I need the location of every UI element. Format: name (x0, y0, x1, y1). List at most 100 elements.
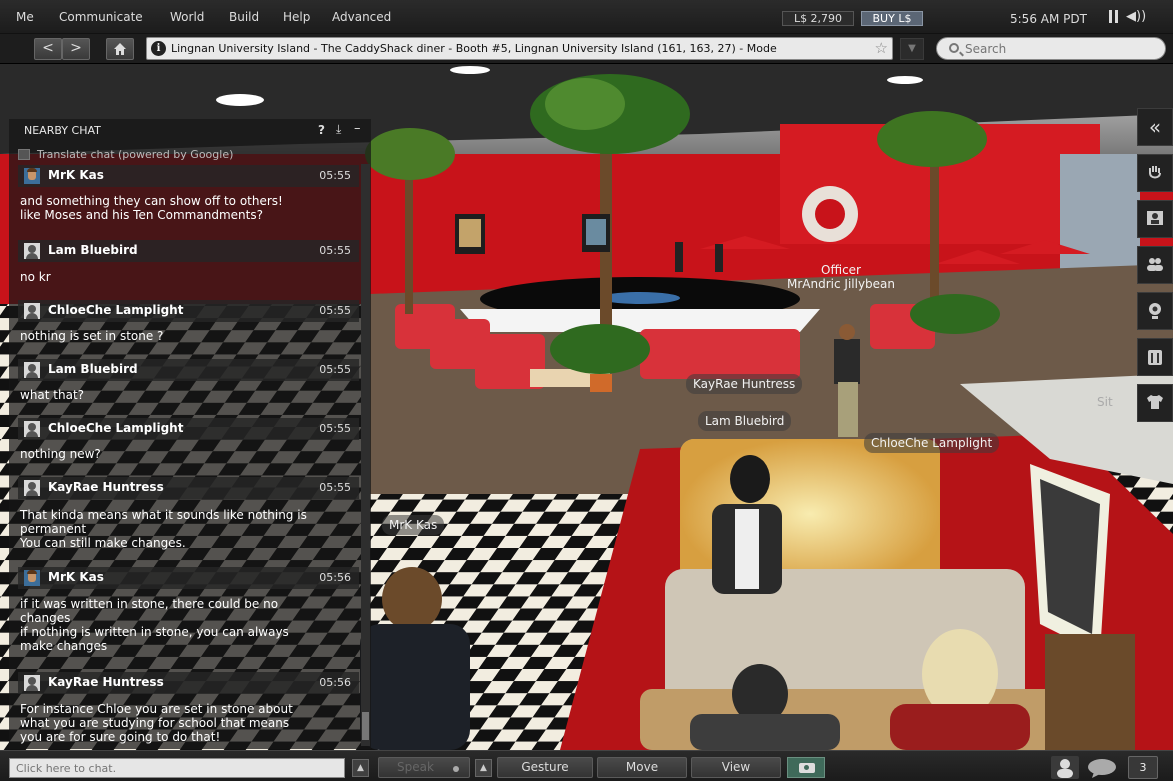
chevron-up-icon: ▲ (357, 763, 364, 773)
search-icon (949, 43, 959, 53)
chevron-up-icon: ▲ (480, 763, 487, 773)
chat-scrollbar[interactable] (361, 164, 370, 746)
clock: 5:56 AM PDT (1010, 12, 1087, 26)
sender-name[interactable]: ChloeChe Lamplight (48, 421, 183, 435)
back-arrow-icon: < (42, 40, 54, 56)
search-input[interactable] (965, 42, 1155, 56)
message-time: 05:55 (319, 422, 351, 435)
chat-message-text: nothing is set in stone ? (20, 329, 164, 343)
chat-message-header[interactable]: Lam Bluebird 05:55 (18, 240, 359, 262)
gesture-button[interactable]: Gesture (497, 757, 593, 778)
help-icon[interactable]: ? (318, 123, 325, 137)
map-pin-icon (1149, 303, 1161, 319)
voice-options-button[interactable]: ▲ (475, 759, 492, 777)
chat-message-header[interactable]: ChloeChe Lamplight 05:55 (18, 300, 359, 322)
shirt-icon (1147, 395, 1163, 409)
view-button[interactable]: View (691, 757, 781, 778)
location-bar[interactable]: i Lingnan University Island - The CaddyS… (146, 37, 893, 60)
sit-hover-text[interactable]: Sit (1090, 392, 1120, 412)
message-time: 05:55 (319, 363, 351, 376)
menu-advanced[interactable]: Advanced (332, 10, 391, 24)
menu-me[interactable]: Me (16, 10, 34, 24)
avatar[interactable] (24, 168, 40, 184)
chat-message-header[interactable]: ChloeChe Lamplight 05:55 (18, 418, 359, 440)
sender-name[interactable]: ChloeChe Lamplight (48, 303, 183, 317)
chat-message-text: nothing new? (20, 447, 101, 461)
move-button[interactable]: Move (597, 757, 687, 778)
bottom-tray: ▲ Speak ▲ Gesture Move View 3 (0, 750, 1173, 781)
sidebar-collapse-button[interactable]: « (1137, 108, 1173, 146)
avatar[interactable] (24, 243, 40, 259)
sender-name[interactable]: Lam Bluebird (48, 243, 138, 257)
info-icon[interactable]: i (151, 41, 166, 56)
nametag-officer[interactable]: Officer MrAndric Jillybean (780, 260, 902, 294)
notifications-button[interactable]: 3 (1128, 756, 1158, 779)
avatar[interactable] (24, 480, 40, 496)
sender-name[interactable]: MrK Kas (48, 168, 104, 182)
chat-message-text: and something they can show off to other… (20, 194, 283, 222)
favorite-star-icon[interactable]: ☆ (875, 39, 888, 57)
double-chevron-left-icon: « (1148, 115, 1162, 139)
home-button[interactable] (106, 38, 134, 60)
avatar[interactable] (24, 675, 40, 691)
menu-communicate[interactable]: Communicate (59, 10, 143, 24)
snapshot-camera-icon[interactable] (787, 757, 825, 778)
sidebar-tab-appearance[interactable] (1137, 384, 1173, 422)
menu-build[interactable]: Build (229, 10, 259, 24)
forward-button[interactable]: > (62, 38, 90, 60)
sidebar-tab-people[interactable] (1137, 246, 1173, 284)
nametag-kayrae-huntress[interactable]: KayRae Huntress (686, 374, 803, 394)
sidebar-tab-me[interactable] (1137, 200, 1173, 238)
message-time: 05:55 (319, 304, 351, 317)
minimize-icon[interactable]: – (354, 121, 361, 136)
chat-message-text: no kr (20, 270, 51, 284)
people-button[interactable] (1050, 756, 1080, 779)
voice-indicator-icon (453, 766, 459, 772)
sender-name[interactable]: KayRae Huntress (48, 480, 164, 494)
avatar[interactable] (24, 570, 40, 586)
linden-balance[interactable]: L$ 2,790 (782, 11, 854, 26)
location-dropdown-button[interactable]: ▼ (900, 38, 924, 60)
scrollbar-thumb[interactable] (362, 712, 369, 740)
search-box[interactable] (936, 37, 1166, 60)
buy-currency-button[interactable]: BUY L$ (861, 11, 923, 26)
sender-name[interactable]: MrK Kas (48, 570, 104, 584)
chat-panel-title: NEARBY CHAT (24, 124, 101, 137)
chat-history-button[interactable]: ▲ (352, 759, 369, 777)
chat-message-header[interactable]: MrK Kas 05:55 (18, 165, 359, 187)
avatar[interactable] (24, 303, 40, 319)
menu-world[interactable]: World (170, 10, 204, 24)
chat-input[interactable] (9, 758, 345, 778)
nametag-lam-bluebird[interactable]: Lam Bluebird (698, 411, 792, 431)
sidebar-tab-inventory[interactable] (1137, 338, 1173, 376)
message-time: 05:56 (319, 676, 351, 689)
chat-message-header[interactable]: MrK Kas 05:56 (18, 567, 359, 589)
chat-message-header[interactable]: KayRae Huntress 05:55 (18, 477, 359, 499)
pause-media-icon[interactable] (1108, 10, 1120, 24)
dock-icon[interactable]: ⤓ (336, 122, 341, 137)
message-time: 05:55 (319, 169, 351, 182)
sender-name[interactable]: Lam Bluebird (48, 362, 138, 376)
chat-message-text: That kinda means what it sounds like not… (20, 508, 307, 550)
chat-message-header[interactable]: KayRae Huntress 05:56 (18, 672, 359, 694)
avatar[interactable] (24, 421, 40, 437)
nearby-chat-panel: NEARBY CHAT ? ⤓ – Translate chat (powere… (9, 119, 371, 749)
sidebar-tab-home[interactable] (1137, 154, 1173, 192)
hand-icon (1149, 166, 1161, 179)
menu-help[interactable]: Help (283, 10, 310, 24)
sidebar-tab-places[interactable] (1137, 292, 1173, 330)
conversations-button[interactable] (1084, 756, 1120, 779)
nametag-chloeche-lamplight[interactable]: ChloeChe Lamplight (864, 433, 1000, 453)
message-time: 05:56 (319, 571, 351, 584)
back-button[interactable]: < (34, 38, 62, 60)
location-text[interactable]: Lingnan University Island - The CaddySha… (171, 42, 871, 55)
chat-message-header[interactable]: Lam Bluebird 05:55 (18, 359, 359, 381)
sender-name[interactable]: KayRae Huntress (48, 675, 164, 689)
people-icon (1147, 258, 1163, 271)
sidebar-tabs: « (1137, 108, 1173, 430)
nametag-mrk-kas[interactable]: MrK Kas (382, 515, 445, 535)
navigation-bar: < > i Lingnan University Island - The Ca… (0, 34, 1173, 64)
avatar[interactable] (24, 362, 40, 378)
volume-icon[interactable]: ◀)) (1126, 9, 1146, 24)
translate-checkbox[interactable] (18, 149, 30, 160)
